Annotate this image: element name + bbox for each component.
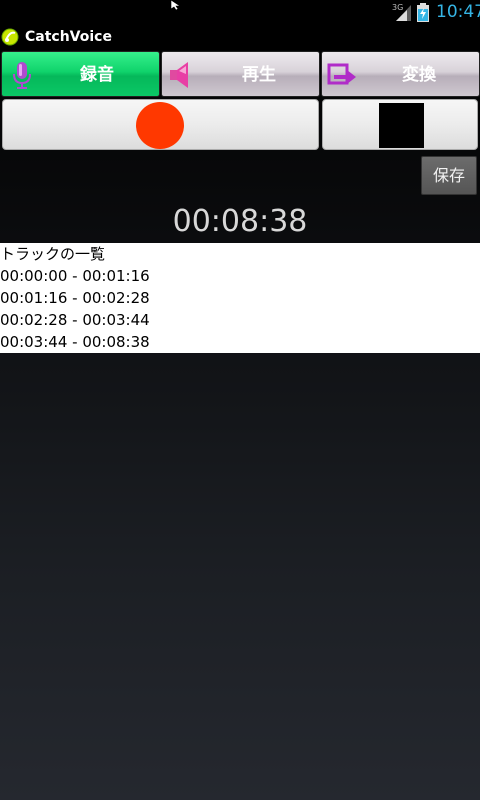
- track-list-item[interactable]: 00:01:16 - 00:02:28: [0, 287, 150, 309]
- stop-square-icon: [379, 103, 424, 148]
- play-mode-label: 再生: [242, 65, 276, 85]
- mouse-cursor-icon: [171, 0, 181, 10]
- svg-text:3G: 3G: [392, 3, 403, 12]
- convert-mode-label: 変換: [402, 65, 436, 85]
- play-mode-button[interactable]: 再生: [161, 51, 320, 97]
- elapsed-time: 00:08:38: [172, 204, 308, 239]
- record-mode-label: 録音: [80, 65, 114, 85]
- track-list: トラックの一覧 00:00:00 - 00:01:16 00:01:16 - 0…: [0, 243, 480, 353]
- status-bar: 3G 10:47: [0, 0, 480, 25]
- track-list-item[interactable]: 00:00:00 - 00:01:16: [0, 265, 150, 287]
- record-circle-icon: [136, 102, 184, 149]
- stop-button[interactable]: [322, 99, 478, 150]
- save-button[interactable]: 保存: [421, 156, 477, 195]
- track-list-item[interactable]: 00:03:44 - 00:08:38: [0, 331, 150, 353]
- track-list-item[interactable]: 00:02:28 - 00:03:44: [0, 309, 150, 331]
- record-button[interactable]: [2, 99, 319, 150]
- speaker-icon: [170, 62, 188, 88]
- status-clock: 10:47: [436, 2, 480, 22]
- convert-mode-button[interactable]: 変換: [321, 51, 480, 97]
- signal-3g-icon: 3G: [392, 3, 411, 21]
- record-mode-button[interactable]: 録音: [1, 51, 160, 97]
- track-list-title: トラックの一覧: [0, 245, 106, 263]
- app-title: CatchVoice: [25, 29, 112, 45]
- app-title-bar: CatchVoice: [0, 25, 480, 50]
- battery-charging-icon: [417, 3, 429, 22]
- microphone-icon: [13, 62, 31, 89]
- app-logo-icon: [1, 28, 19, 46]
- convert-arrow-icon: [327, 63, 356, 85]
